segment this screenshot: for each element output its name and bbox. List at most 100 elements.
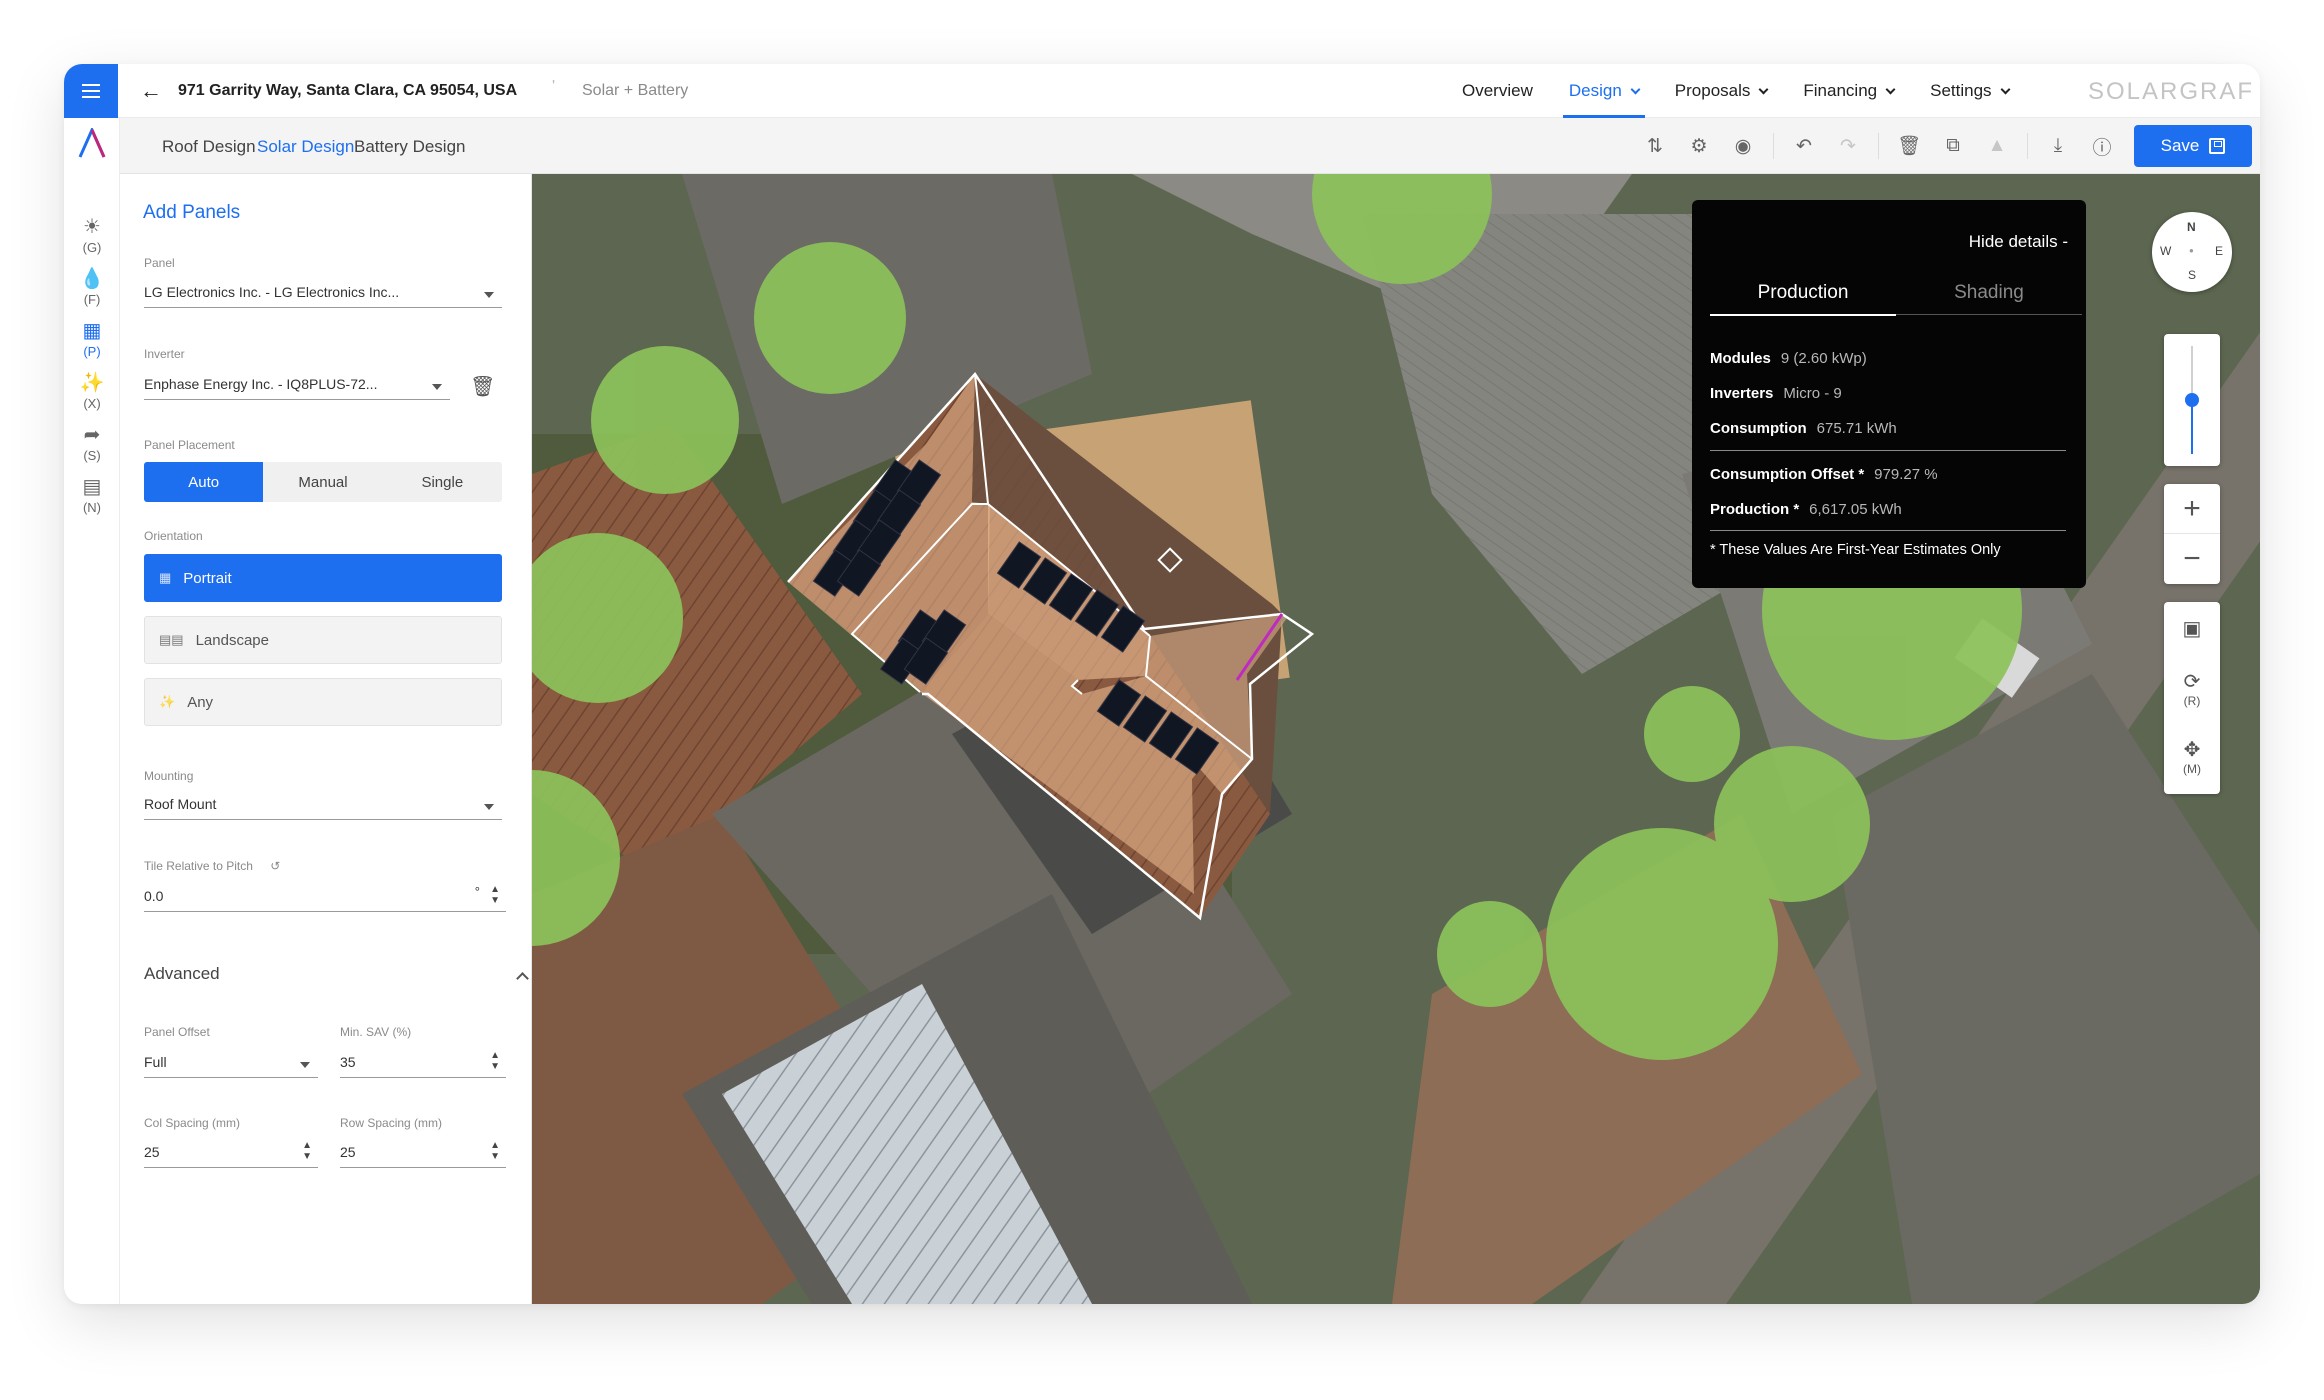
nav-proposals[interactable]: Proposals: [1657, 64, 1786, 118]
panel-offset-value: Full: [144, 1054, 167, 1070]
orientation-label: Any: [187, 693, 214, 711]
panel-offset-select[interactable]: Full: [144, 1048, 318, 1078]
compass-east: E: [2215, 244, 2224, 258]
orientation-any-button[interactable]: ✨ Any: [144, 678, 502, 726]
back-arrow-icon[interactable]: ←: [140, 78, 162, 104]
eye-icon[interactable]: ◉: [1723, 126, 1763, 166]
stepper-icon[interactable]: ▲ ▼: [490, 884, 500, 906]
stepper-icon[interactable]: ▲ ▼: [302, 1140, 312, 1162]
layers-icon[interactable]: ⇅: [1635, 126, 1675, 166]
tree-obstruction[interactable]: [1644, 686, 1740, 782]
production-details-panel: Hide details - Production Shading Module…: [1692, 200, 2086, 588]
production-row: Production * 6,617.05 kWh: [1710, 501, 1902, 518]
nav-label: Financing: [1803, 81, 1878, 100]
gear-icon[interactable]: ⚙: [1679, 126, 1719, 166]
chevron-down-icon: [2000, 84, 2010, 94]
rail-select-tool[interactable]: ➦ (S): [64, 422, 120, 463]
grid-icon: ▦: [82, 320, 102, 342]
tilt-input[interactable]: 0.0 ° ▲ ▼: [144, 882, 506, 912]
reset-icon[interactable]: ↺: [270, 859, 280, 873]
fit-to-screen-icon[interactable]: ▣: [2164, 602, 2220, 654]
app-window: ← 971 Garrity Way, Santa Clara, CA 95054…: [64, 64, 2260, 1304]
tab-solar-design[interactable]: Solar Design: [257, 137, 354, 157]
col-spacing-value: 25: [144, 1144, 160, 1160]
hide-details-button[interactable]: Hide details -: [1969, 232, 2068, 252]
tab-battery-design[interactable]: Battery Design: [354, 137, 466, 157]
mounting-select[interactable]: Roof Mount: [144, 790, 502, 820]
app-logo-icon: [78, 128, 106, 158]
tab-roof-design[interactable]: Roof Design: [162, 137, 256, 157]
production-label: Production *: [1710, 501, 1800, 518]
zoom-out-minus-icon[interactable]: −: [2164, 534, 2220, 584]
trash-icon[interactable]: 🗑: [1889, 126, 1929, 166]
advanced-section-header[interactable]: Advanced: [144, 964, 220, 984]
move-tool-button[interactable]: ✥ (M): [2164, 722, 2220, 790]
save-label: Save: [2160, 136, 2200, 155]
tree-obstruction[interactable]: [1546, 828, 1778, 1060]
rail-panel-tool[interactable]: ▦ (P): [64, 318, 120, 359]
nav-design[interactable]: Design: [1551, 64, 1657, 118]
stepper-icon[interactable]: ▲ ▼: [490, 1140, 500, 1162]
zoom-slider-thumb[interactable]: [2185, 393, 2199, 407]
tree-obstruction[interactable]: [1437, 901, 1543, 1007]
design-subheader: Roof Design Solar Design Battery Design …: [120, 118, 2260, 174]
tree-obstruction[interactable]: [591, 346, 739, 494]
row-spacing-input[interactable]: 25 ▲ ▼: [340, 1138, 506, 1168]
tree-obstruction[interactable]: [754, 242, 906, 394]
save-button[interactable]: Save: [2134, 125, 2252, 167]
inverter-select[interactable]: Enphase Energy Inc. - IQ8PLUS-72...: [144, 370, 450, 400]
rail-shortcut: (P): [83, 344, 101, 359]
nav-settings[interactable]: Settings: [1912, 64, 2026, 118]
download-icon[interactable]: ⤓: [2038, 126, 2078, 166]
inverters-row: Inverters Micro - 9: [1710, 385, 1842, 402]
zoom-in-plus-icon[interactable]: +: [2164, 484, 2220, 534]
tilt-value: 0.0: [144, 888, 164, 904]
undo-icon[interactable]: ↶: [1784, 126, 1824, 166]
copy-icon[interactable]: ⧉: [1933, 126, 1973, 166]
paint-icon[interactable]: ▲: [1977, 126, 2017, 166]
col-spacing-input[interactable]: 25 ▲ ▼: [144, 1138, 318, 1168]
zoom-buttons: + −: [2164, 484, 2220, 584]
tab-shading[interactable]: Shading: [1896, 282, 2082, 315]
inverter-field-label: Inverter: [144, 347, 185, 361]
rail-wand-tool[interactable]: ✨ (X): [64, 370, 120, 411]
floppy-disk-icon: [2209, 138, 2226, 154]
nav-financing[interactable]: Financing: [1785, 64, 1912, 118]
redo-icon[interactable]: ↷: [1828, 126, 1868, 166]
orientation-portrait-button[interactable]: ▦ Portrait: [144, 554, 502, 602]
compass-south: S: [2188, 268, 2197, 282]
rotate-tool-button[interactable]: ⟳ (R): [2164, 654, 2220, 722]
rail-fire-tool[interactable]: 💧 (F): [64, 266, 120, 307]
add-panels-panel: Add Panels Panel LG Electronics Inc. - L…: [120, 174, 532, 1304]
compass-control[interactable]: N S E W ●: [2152, 212, 2232, 292]
min-sav-input[interactable]: 35 ▲ ▼: [340, 1048, 506, 1078]
magic-wand-icon: ✨: [159, 694, 176, 709]
delete-inverter-trash-icon[interactable]: 🗑: [470, 374, 495, 399]
degree-unit: °: [474, 884, 480, 899]
modules-row: Modules 9 (2.60 kWp): [1710, 350, 1867, 367]
design-toolbar: ⇅ ⚙ ◉ ↶ ↷ 🗑 ⧉ ▲ ⤓ ⓘ Save: [1635, 125, 2252, 167]
stepper-icon[interactable]: ▲ ▼: [490, 1050, 500, 1072]
ruler-icon: ▤: [82, 476, 102, 498]
hamburger-menu-button[interactable]: [64, 64, 118, 118]
placement-manual-button[interactable]: Manual: [263, 462, 382, 502]
rail-measure-tool[interactable]: ▤ (N): [64, 474, 120, 515]
help-icon[interactable]: ⓘ: [2082, 126, 2122, 166]
offset-field-label: Panel Offset: [144, 1025, 210, 1039]
inverter-select-value: Enphase Energy Inc. - IQ8PLUS-72...: [144, 376, 378, 392]
placement-single-button[interactable]: Single: [383, 462, 502, 502]
map-tool-buttons: ▣ ⟳ (R) ✥ (M): [2164, 602, 2220, 794]
offset-row: Consumption Offset * 979.27 %: [1710, 466, 1938, 483]
nav-overview[interactable]: Overview: [1444, 64, 1551, 118]
chevron-down-icon: [1630, 84, 1641, 94]
tab-production[interactable]: Production: [1710, 282, 1896, 316]
chevron-up-icon[interactable]: [516, 972, 529, 985]
offset-value: 979.27 %: [1874, 466, 1938, 483]
consumption-row: Consumption 675.71 kWh: [1710, 420, 1897, 437]
placement-auto-button[interactable]: Auto: [144, 462, 264, 502]
satellite-map[interactable]: Hide details - Production Shading Module…: [532, 174, 2260, 1304]
rail-sun-tool[interactable]: ☀ (G): [64, 214, 120, 255]
colspacing-field-label: Col Spacing (mm): [144, 1116, 241, 1130]
panel-select[interactable]: LG Electronics Inc. - LG Electronics Inc…: [144, 278, 502, 308]
orientation-landscape-button[interactable]: ▤▤ Landscape: [144, 616, 502, 664]
